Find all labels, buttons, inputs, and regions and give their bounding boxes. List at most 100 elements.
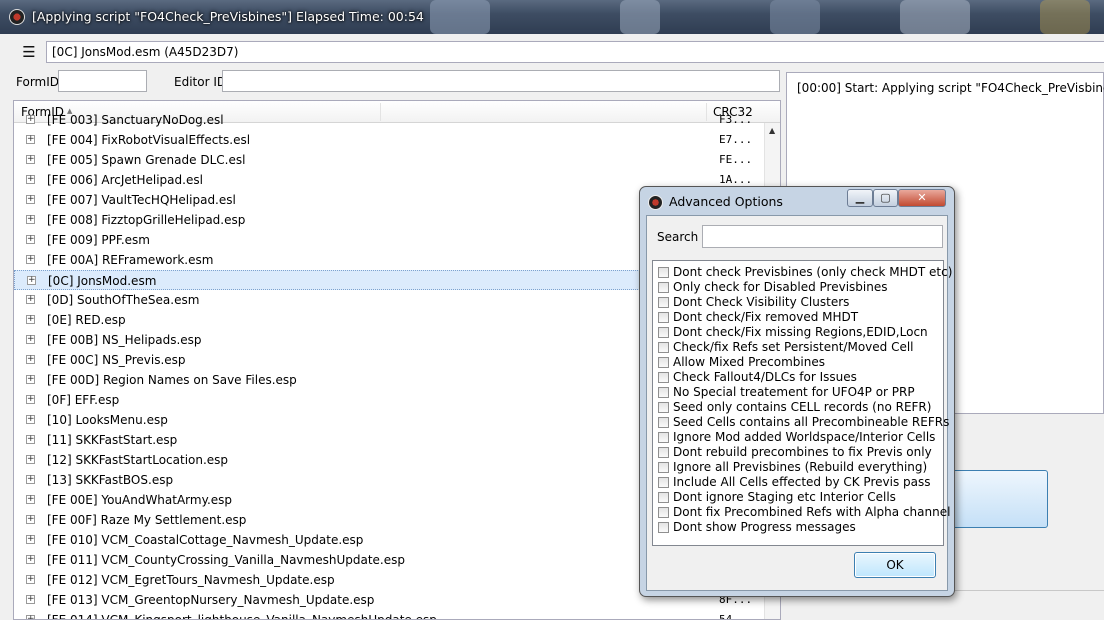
expand-icon[interactable]: + bbox=[26, 615, 35, 619]
app-icon bbox=[9, 9, 25, 25]
expand-icon[interactable]: + bbox=[26, 315, 35, 324]
maximize-icon[interactable]: ▢ bbox=[873, 189, 898, 207]
option-checkbox[interactable] bbox=[658, 447, 669, 458]
search-label: Search bbox=[657, 230, 699, 244]
option-checkbox[interactable] bbox=[658, 462, 669, 473]
expand-icon[interactable]: + bbox=[27, 276, 36, 285]
expand-icon[interactable]: + bbox=[26, 155, 35, 164]
option-label: Only check for Disabled Previsbines bbox=[673, 280, 888, 294]
tree-row-crc: F3... bbox=[719, 113, 753, 126]
tree-row-label: [FE 008] FizztopGrilleHelipad.esp bbox=[47, 213, 246, 227]
tree-row-label: [FE 003] SanctuaryNoDog.esl bbox=[47, 113, 224, 127]
option-checkbox[interactable] bbox=[658, 492, 669, 503]
tree-row-label: [FE 004] FixRobotVisualEffects.esl bbox=[47, 133, 251, 147]
expand-icon[interactable]: + bbox=[26, 475, 35, 484]
expand-icon[interactable]: + bbox=[26, 575, 35, 584]
tree-row[interactable]: + [FE 004] FixRobotVisualEffects.esl E7... bbox=[14, 130, 764, 150]
option-label: Check/fix Refs set Persistent/Moved Cell bbox=[673, 340, 914, 354]
tree-row-label: [FE 014] VCM_Kingsport_lighthouse_Vanill… bbox=[47, 613, 437, 620]
tree-row-label: [FE 013] VCM_GreentopNursery_Navmesh_Upd… bbox=[47, 593, 375, 607]
tree-row-crc: FE... bbox=[719, 153, 753, 166]
expand-icon[interactable]: + bbox=[26, 355, 35, 364]
expand-icon[interactable]: + bbox=[26, 455, 35, 464]
toolbar: ☰ [0C] JonsMod.esm (A45D23D7) bbox=[0, 34, 1104, 68]
option-label: Ignore Mod added Worldspace/Interior Cel… bbox=[673, 430, 936, 444]
option-checkbox[interactable] bbox=[658, 402, 669, 413]
ok-button[interactable]: OK bbox=[854, 552, 936, 578]
option-checkbox[interactable] bbox=[658, 507, 669, 518]
tree-row[interactable]: + [FE 003] SanctuaryNoDog.esl F3... bbox=[14, 110, 764, 130]
plugin-selector-field[interactable]: [0C] JonsMod.esm (A45D23D7) bbox=[46, 41, 1104, 63]
tree-row-label: [10] LooksMenu.esp bbox=[47, 413, 168, 427]
scroll-up-arrow-icon[interactable]: ▲ bbox=[769, 126, 775, 135]
option-checkbox[interactable] bbox=[658, 312, 669, 323]
tree-row-label: [0F] EFF.esp bbox=[47, 393, 120, 407]
option-checkbox[interactable] bbox=[658, 522, 669, 533]
tree-row-label: [13] SKKFastBOS.esp bbox=[47, 473, 174, 487]
option-label: Check Fallout4/DLCs for Issues bbox=[673, 370, 857, 384]
option-label: Include All Cells effected by CK Previs … bbox=[673, 475, 931, 489]
tree-row-label: [FE 00B] NS_Helipads.esp bbox=[47, 333, 202, 347]
formid-filter-label: FormID bbox=[16, 75, 60, 89]
option-label: Dont ignore Staging etc Interior Cells bbox=[673, 490, 896, 504]
expand-icon[interactable]: + bbox=[26, 335, 35, 344]
tree-row-label: [FE 011] VCM_CountyCrossing_Vanilla_Navm… bbox=[47, 553, 405, 567]
search-input[interactable] bbox=[702, 225, 943, 248]
formid-filter-input[interactable] bbox=[58, 70, 147, 92]
option-checkbox[interactable] bbox=[658, 297, 669, 308]
expand-icon[interactable]: + bbox=[26, 195, 35, 204]
tree-row-crc: 54... bbox=[719, 613, 753, 620]
option-label: Ignore all Previsbines (Rebuild everythi… bbox=[673, 460, 928, 474]
expand-icon[interactable]: + bbox=[26, 175, 35, 184]
background-blur bbox=[770, 0, 820, 34]
tree-row-crc: 1A... bbox=[719, 173, 753, 186]
option-checkbox[interactable] bbox=[658, 267, 669, 278]
tree-row[interactable]: + [FE 014] VCM_Kingsport_lighthouse_Vanil… bbox=[14, 610, 764, 620]
expand-icon[interactable]: + bbox=[26, 435, 35, 444]
minimize-icon[interactable]: ▁ bbox=[847, 189, 873, 207]
option-label: Dont check Previsbines (only check MHDT … bbox=[673, 265, 953, 279]
option-checkbox[interactable] bbox=[658, 387, 669, 398]
option-checkbox[interactable] bbox=[658, 372, 669, 383]
expand-icon[interactable]: + bbox=[26, 295, 35, 304]
option-checkbox[interactable] bbox=[658, 417, 669, 428]
option-checkbox[interactable] bbox=[658, 342, 669, 353]
tree-row[interactable]: + [FE 005] Spawn Grenade DLC.esl FE... bbox=[14, 150, 764, 170]
option-checkbox[interactable] bbox=[658, 477, 669, 488]
expand-icon[interactable]: + bbox=[26, 495, 35, 504]
expand-icon[interactable]: + bbox=[26, 135, 35, 144]
background-blur bbox=[900, 0, 970, 34]
tree-row-label: [FE 00E] YouAndWhatArmy.esp bbox=[47, 493, 233, 507]
tree-row-label: [FE 012] VCM_EgretTours_Navmesh_Update.e… bbox=[47, 573, 335, 587]
option-checkbox[interactable] bbox=[658, 357, 669, 368]
dialog-title: Advanced Options bbox=[669, 194, 783, 209]
log-panel-button[interactable] bbox=[948, 470, 1048, 528]
close-icon[interactable]: ✕ bbox=[898, 189, 946, 207]
expand-icon[interactable]: + bbox=[26, 115, 35, 124]
expand-icon[interactable]: + bbox=[26, 215, 35, 224]
option-label: Dont check/Fix removed MHDT bbox=[673, 310, 859, 324]
expand-icon[interactable]: + bbox=[26, 235, 35, 244]
expand-icon[interactable]: + bbox=[26, 395, 35, 404]
dialog-body: Search Dont check Previsbines (only chec… bbox=[646, 215, 952, 591]
expand-icon[interactable]: + bbox=[26, 535, 35, 544]
option-checkbox[interactable] bbox=[658, 282, 669, 293]
background-blur bbox=[620, 0, 660, 34]
background-blur bbox=[1040, 0, 1090, 34]
tree-row-label: [FE 007] VaultTecHQHelipad.esl bbox=[47, 193, 236, 207]
expand-icon[interactable]: + bbox=[26, 415, 35, 424]
background-blur bbox=[430, 0, 490, 34]
expand-icon[interactable]: + bbox=[26, 375, 35, 384]
option-checkbox[interactable] bbox=[658, 327, 669, 338]
tree-row-label: [FE 005] Spawn Grenade DLC.esl bbox=[47, 153, 246, 167]
expand-icon[interactable]: + bbox=[26, 595, 35, 604]
title-bar: [Applying script "FO4Check_PreVisbines"]… bbox=[0, 0, 1104, 34]
menu-icon[interactable]: ☰ bbox=[18, 42, 40, 62]
expand-icon[interactable]: + bbox=[26, 255, 35, 264]
expand-icon[interactable]: + bbox=[26, 515, 35, 524]
tree-row-label: [FE 009] PPF.esm bbox=[47, 233, 150, 247]
expand-icon[interactable]: + bbox=[26, 555, 35, 564]
editorid-filter-input[interactable] bbox=[222, 70, 780, 92]
option-label: Dont fix Precombined Refs with Alpha cha… bbox=[673, 505, 951, 519]
option-checkbox[interactable] bbox=[658, 432, 669, 443]
